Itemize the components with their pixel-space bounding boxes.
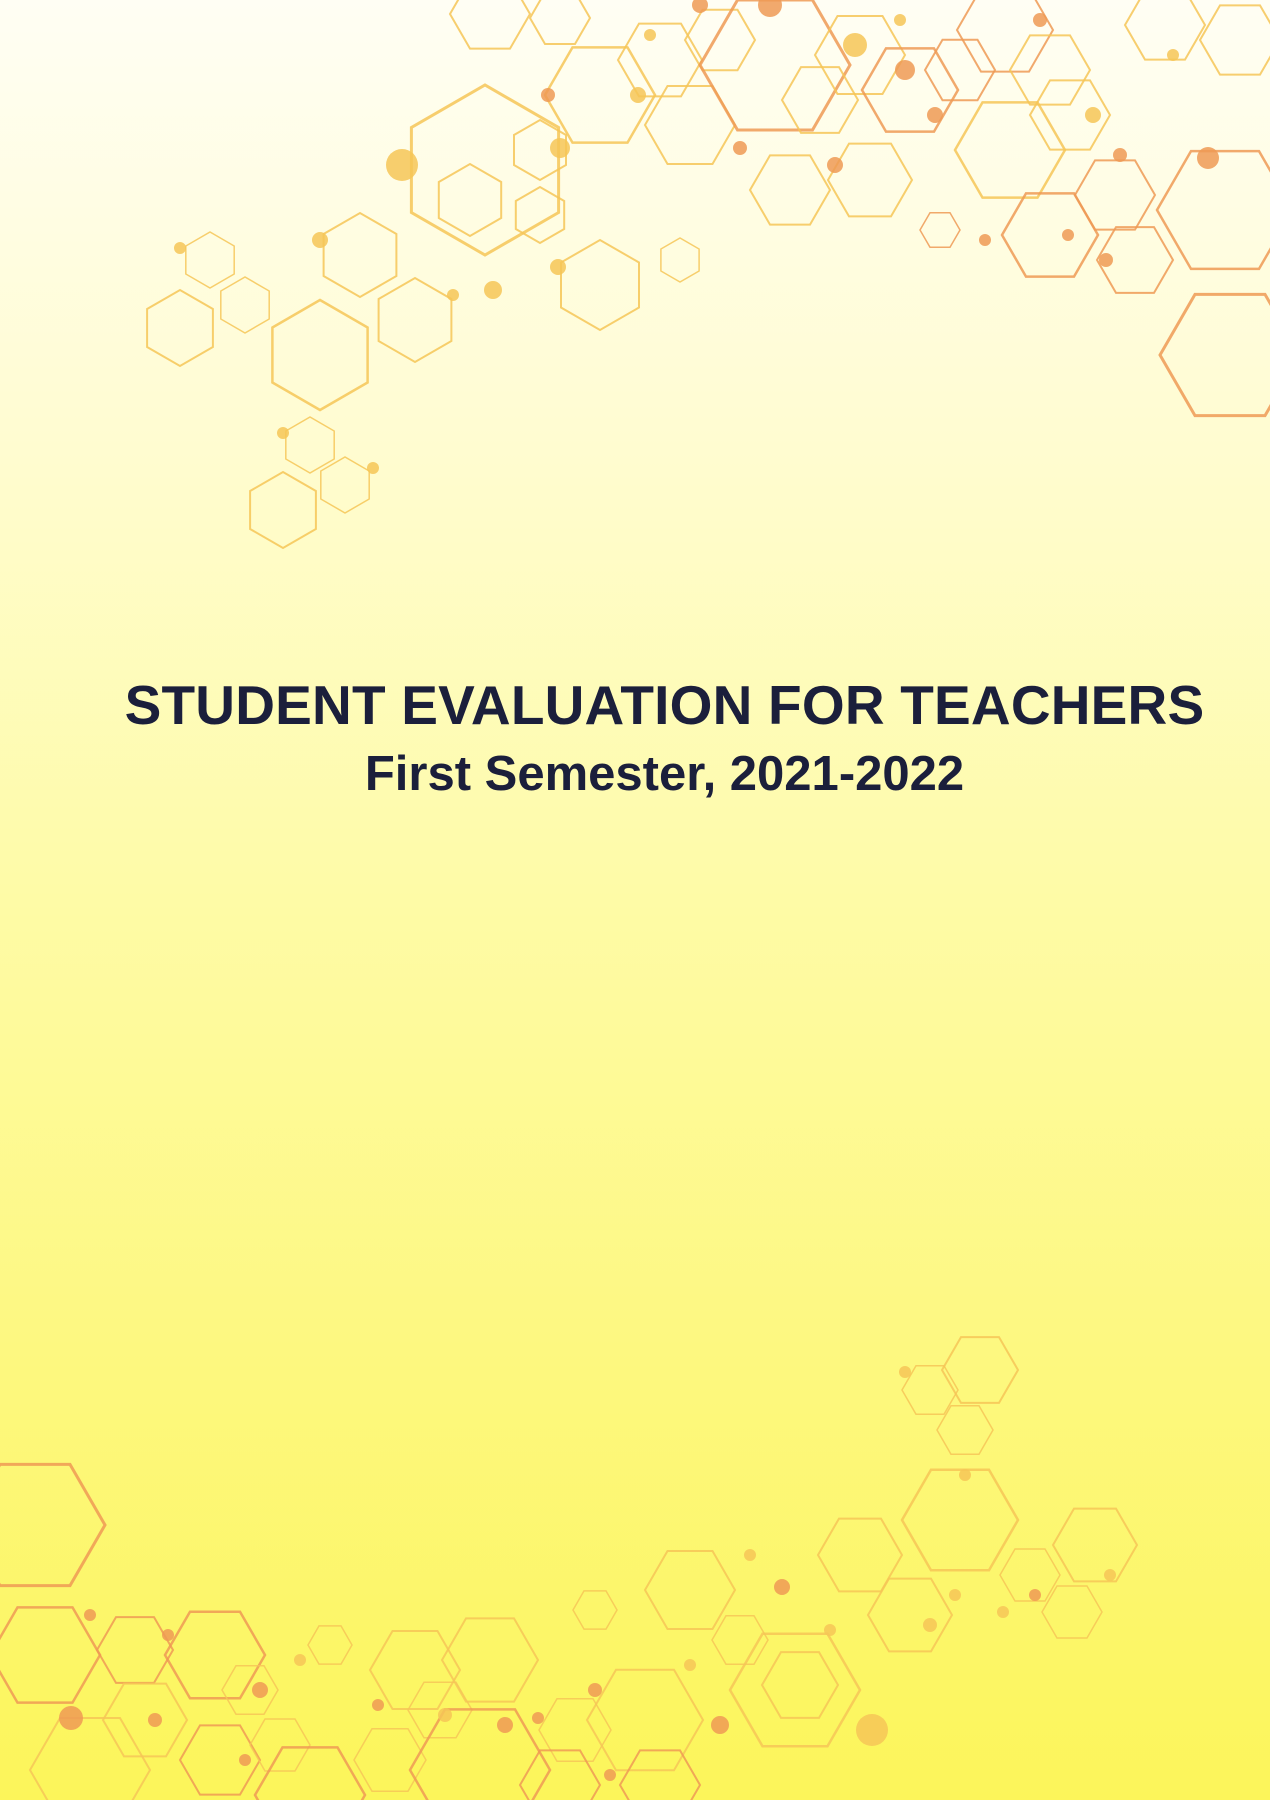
node-dot [588, 1683, 602, 1697]
title-block: STUDENT EVALUATION FOR TEACHERS First Se… [0, 672, 1273, 804]
node-dot [959, 1469, 971, 1481]
hexagon-shape [440, 1617, 540, 1703]
node-dot [162, 1629, 174, 1641]
hexagon-shape [307, 1625, 353, 1665]
node-dot [59, 1706, 83, 1730]
node-dot [604, 1769, 616, 1781]
hexagon-shape [221, 1665, 279, 1715]
hexagon-shape [0, 1606, 102, 1704]
node-dot [252, 1682, 268, 1698]
hexagon-shape [816, 1517, 904, 1593]
node-dot [949, 1589, 961, 1601]
hexagon-shape [760, 1651, 840, 1719]
hexagon-shape [866, 1577, 954, 1653]
hexagon-shape [101, 1682, 189, 1758]
node-dot [438, 1708, 452, 1722]
node-dot [774, 1579, 790, 1595]
node-dot [497, 1717, 513, 1733]
hexagon-shape [28, 1717, 152, 1800]
hexagon-shape [643, 1550, 737, 1630]
hexagon-pattern-bottom [0, 1336, 1139, 1800]
hexagon-shape [940, 1336, 1020, 1404]
node-dot [997, 1606, 1009, 1618]
document-subtitle: First Semester, 2021-2022 [364, 747, 965, 801]
node-dot [684, 1659, 696, 1671]
node-dot [824, 1624, 836, 1636]
node-dot [84, 1609, 96, 1621]
node-dot [856, 1714, 888, 1746]
node-dot [294, 1654, 306, 1666]
hexagon-shape [253, 1746, 367, 1800]
hexagon-shape [618, 1749, 702, 1800]
hexagon-shape [408, 1708, 552, 1800]
node-dot [1029, 1589, 1041, 1601]
hexagon-shape [728, 1632, 862, 1748]
node-dot [239, 1754, 251, 1766]
node-dot [711, 1716, 729, 1734]
node-dot [532, 1712, 544, 1724]
node-dot [923, 1618, 937, 1632]
hexagon-shape [95, 1616, 175, 1684]
hexagon-shape [0, 1462, 107, 1588]
node-dot [148, 1713, 162, 1727]
hexagon-shape [1041, 1585, 1103, 1639]
hexagon-shape [1051, 1507, 1139, 1583]
hexagon-shape [572, 1590, 618, 1630]
node-dot [1104, 1569, 1116, 1581]
hexagon-shape [518, 1749, 602, 1800]
node-dot [899, 1366, 911, 1378]
node-dot [744, 1549, 756, 1561]
hexagon-shape [900, 1468, 1020, 1572]
node-dot [372, 1699, 384, 1711]
hexagon-shape [538, 1698, 612, 1762]
hexagon-shape [163, 1610, 267, 1700]
document-title: STUDENT EVALUATION FOR TEACHERS [124, 674, 1205, 736]
